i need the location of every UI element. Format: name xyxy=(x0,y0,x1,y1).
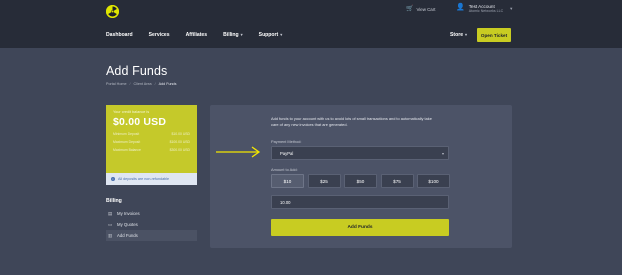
billing-menu: ▤ My Invoices ▭ My Quotes ▥ Add Funds xyxy=(106,208,197,241)
chevron-down-icon: ▼ xyxy=(509,6,514,11)
page-title: Add Funds xyxy=(106,64,168,78)
breadcrumb-separator: / xyxy=(154,82,156,86)
user-icon: 👤 xyxy=(456,4,465,11)
main-nav: Dashboard Services Affiliates Billing ▾ S… xyxy=(106,29,298,41)
refund-notice: i All deposits are non-refundable xyxy=(106,173,197,185)
add-funds-icon: ▥ xyxy=(108,232,113,238)
view-cart-link[interactable]: 🛒 View Cart xyxy=(406,6,435,12)
maximum-deposit-row: Maximum Deposit $100.00 USD xyxy=(113,140,190,144)
amount-option-25[interactable]: $25 xyxy=(307,174,341,188)
maximum-balance-row: Maximum Balance $300.00 USD xyxy=(113,148,190,152)
credit-balance-label: Your credit balance is xyxy=(113,110,150,114)
open-ticket-button[interactable]: Open Ticket xyxy=(477,28,511,42)
amount-label: Amount to Add: xyxy=(271,167,298,172)
nav-item-support[interactable]: Support ▾ xyxy=(259,32,283,38)
breadcrumb: Portal Home / Client Area / Add Funds xyxy=(106,82,176,86)
invoice-icon: ▤ xyxy=(108,210,113,216)
chevron-down-icon: ▾ xyxy=(280,32,283,37)
radiation-logo-icon[interactable] xyxy=(106,5,119,18)
nav-item-store[interactable]: Store ▾ xyxy=(450,32,467,38)
add-funds-button[interactable]: Add Funds xyxy=(271,219,449,236)
amount-input[interactable]: 10.00 xyxy=(271,195,449,209)
cart-icon: 🛒 xyxy=(406,6,414,12)
breadcrumb-portal-home[interactable]: Portal Home xyxy=(106,82,127,86)
credit-balance-card: Your credit balance is $0.00 USD Minimum… xyxy=(106,105,197,173)
nav-item-dashboard[interactable]: Dashboard xyxy=(106,32,133,38)
nav-item-billing[interactable]: Billing ▾ xyxy=(223,32,243,38)
sidebar-item-add-funds[interactable]: ▥ Add Funds xyxy=(106,230,197,241)
account-menu[interactable]: 👤 Test Account Atomic Networks LLC ▼ xyxy=(456,4,513,14)
amount-option-100[interactable]: $100 xyxy=(417,174,450,188)
info-icon: i xyxy=(111,177,115,181)
payment-method-label: Payment Method: xyxy=(271,139,302,144)
amount-option-10[interactable]: $10 xyxy=(271,174,304,188)
annotation-arrow-icon xyxy=(216,146,261,158)
payment-method-select[interactable]: PayPal ▾ xyxy=(271,146,449,160)
quotes-icon: ▭ xyxy=(108,221,113,227)
account-company: Atomic Networks LLC xyxy=(468,9,504,14)
chevron-down-icon: ▾ xyxy=(465,32,468,37)
credit-balance-amount: $0.00 USD xyxy=(113,116,167,128)
amount-option-75[interactable]: $75 xyxy=(380,174,414,188)
nav-item-services[interactable]: Services xyxy=(149,32,170,38)
chevron-down-icon: ▾ xyxy=(240,32,243,37)
view-cart-label: View Cart xyxy=(416,6,436,12)
nav-item-affiliates[interactable]: Affiliates xyxy=(186,32,208,38)
amount-options: $10 $25 $50 $75 $100 xyxy=(271,174,450,188)
payment-method-value: PayPal xyxy=(280,150,294,156)
chevron-down-icon: ▾ xyxy=(441,150,444,156)
add-funds-description: Add funds to your account with us to avo… xyxy=(271,116,432,128)
sidebar-item-my-quotes[interactable]: ▭ My Quotes xyxy=(106,219,197,230)
breadcrumb-separator: / xyxy=(129,82,131,86)
breadcrumb-current: Add Funds xyxy=(158,82,177,86)
breadcrumb-client-area[interactable]: Client Area xyxy=(134,82,152,86)
amount-option-50[interactable]: $50 xyxy=(344,174,377,188)
billing-section-title: Billing xyxy=(106,198,122,204)
top-header: 🛒 View Cart 👤 Test Account Atomic Networ… xyxy=(0,0,622,48)
add-funds-panel: Add funds to your account with us to avo… xyxy=(210,105,512,248)
sidebar-item-my-invoices[interactable]: ▤ My Invoices xyxy=(106,208,197,219)
minimum-deposit-row: Minimum Deposit $10.00 USD xyxy=(113,132,190,136)
